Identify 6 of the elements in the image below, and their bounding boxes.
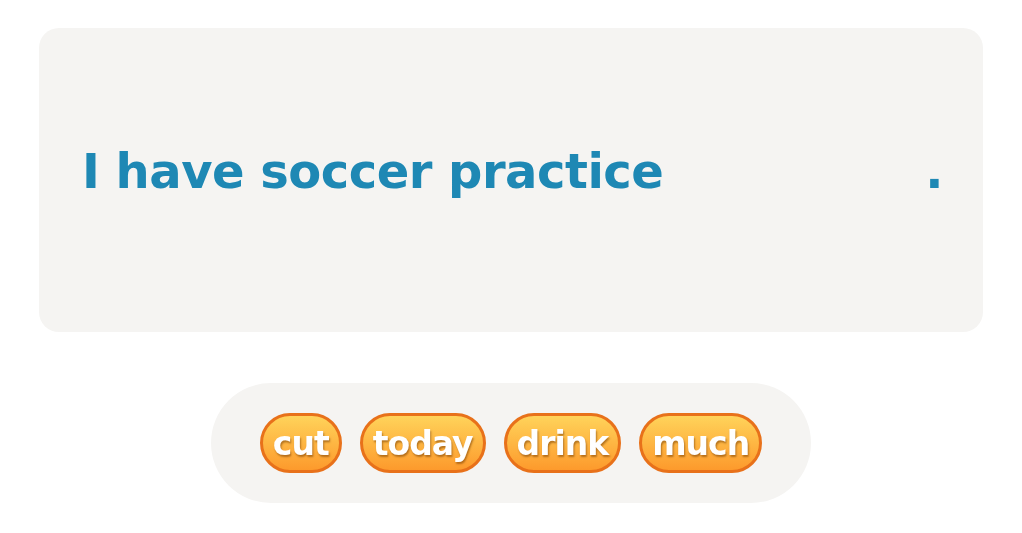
word-chip[interactable]: much <box>639 413 763 473</box>
sentence-text: I have soccer practice <box>82 143 664 199</box>
word-chip[interactable]: drink <box>503 413 622 473</box>
sentence-period: . <box>925 143 943 199</box>
word-chip[interactable]: cut <box>259 413 342 473</box>
word-chip[interactable]: today <box>359 413 486 473</box>
